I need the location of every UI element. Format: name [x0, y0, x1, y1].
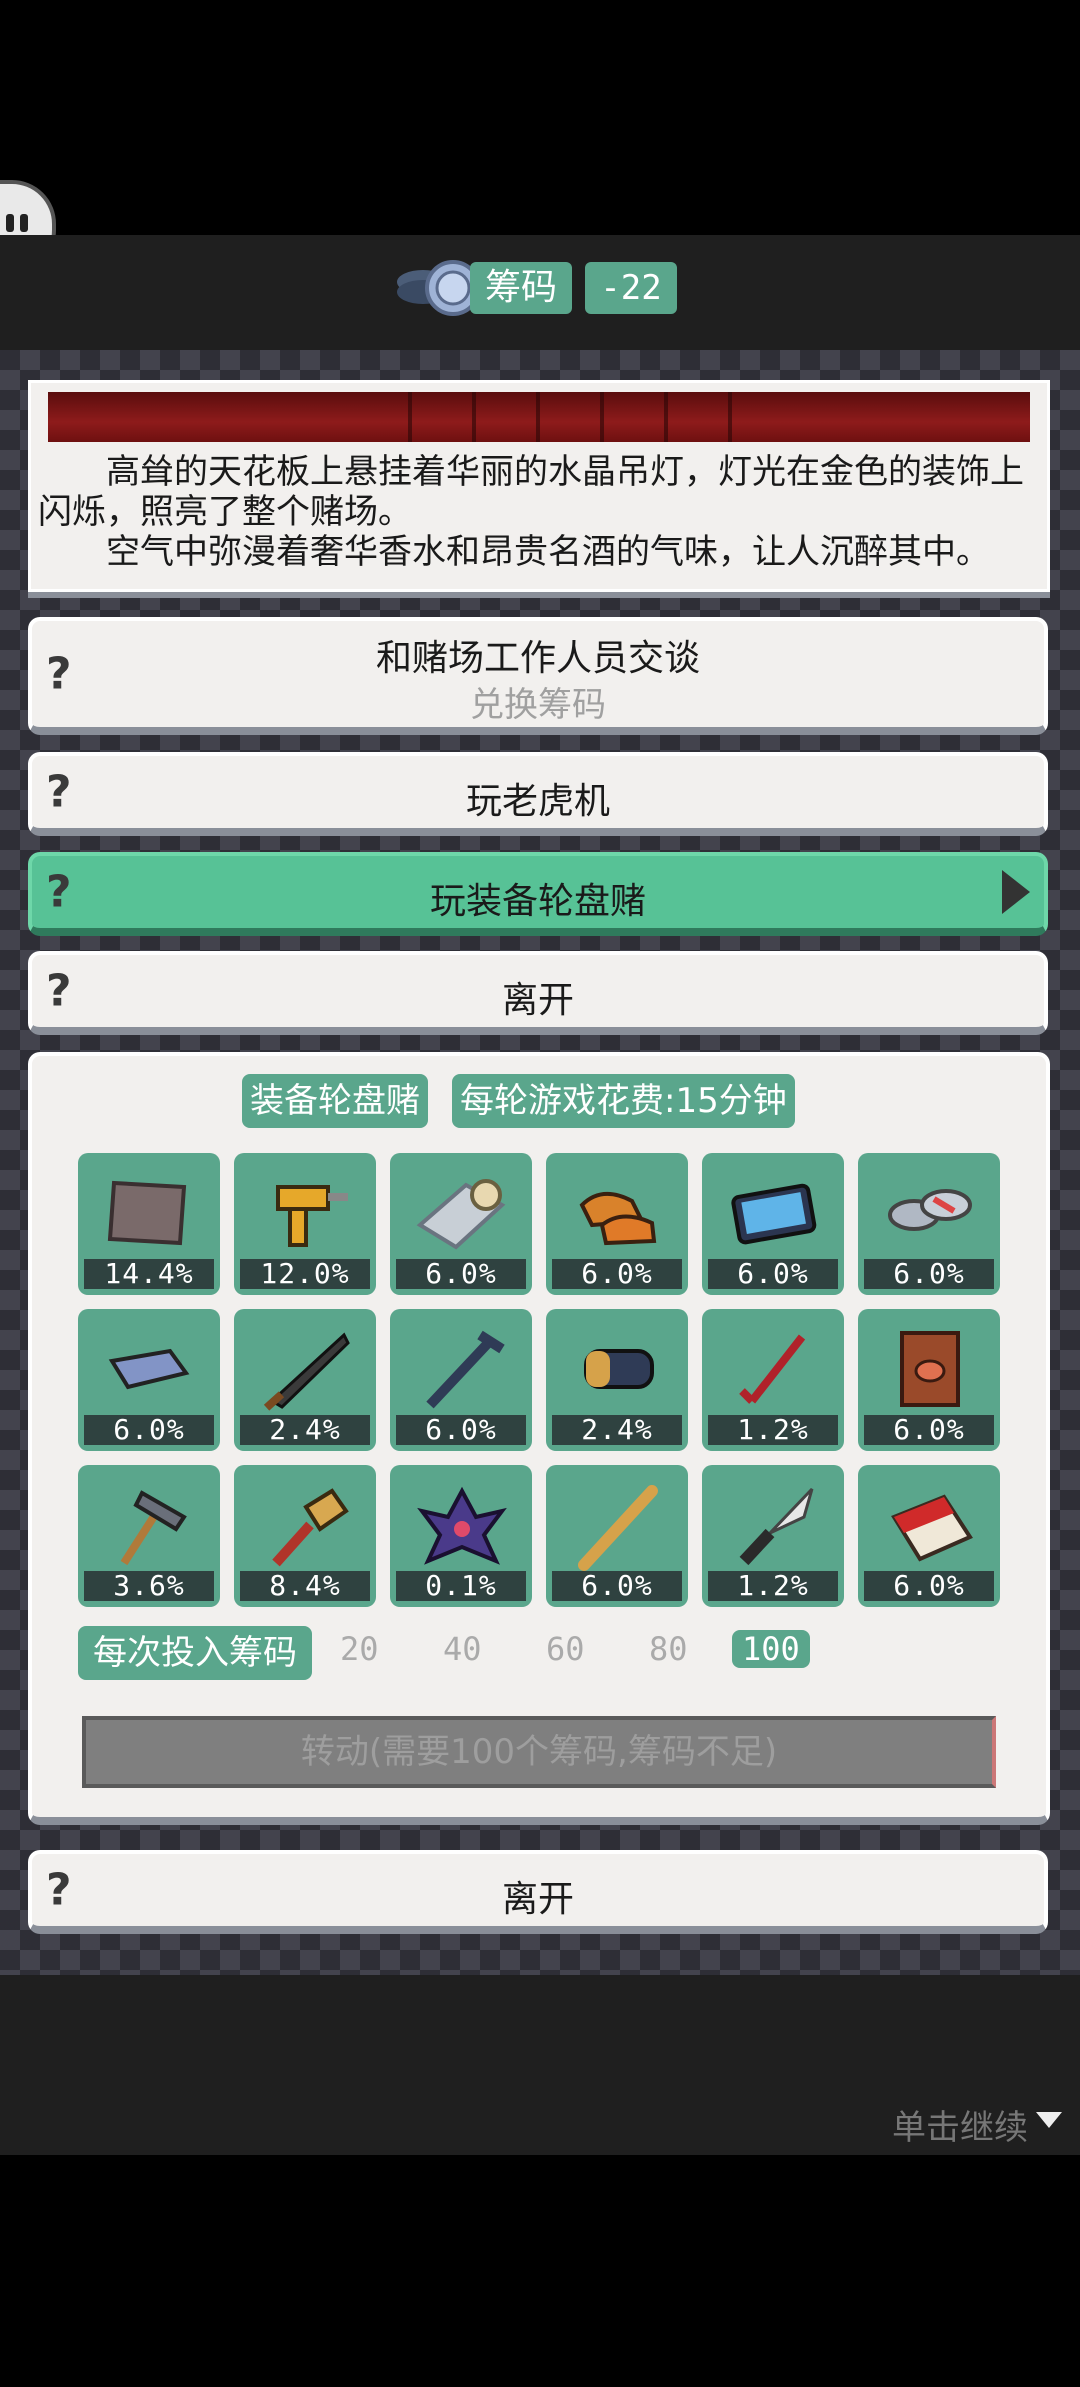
- option-leave[interactable]: ? 离开: [28, 951, 1048, 1035]
- prize-percent: 0.1%: [396, 1571, 526, 1601]
- prize-cell: 6.0%: [390, 1309, 532, 1451]
- cigarette-pack-icon: [891, 1494, 973, 1562]
- prize-cell: 6.0%: [390, 1153, 532, 1295]
- cloth-icon: [107, 1180, 187, 1246]
- prize-percent: 6.0%: [396, 1415, 526, 1445]
- bet-option-60[interactable]: 60: [546, 1630, 585, 1668]
- spin-button[interactable]: 转动(需要100个筹码,筹码不足): [82, 1716, 996, 1788]
- pouch-book-icon: [900, 1331, 960, 1407]
- machete-icon: [263, 1332, 350, 1411]
- status-bar-area: [0, 0, 1080, 235]
- prize-percent: 3.6%: [84, 1571, 214, 1601]
- eraser-icon: [108, 1348, 190, 1390]
- roulette-cost-tag: 每轮游戏花费:15分钟: [452, 1074, 795, 1128]
- hammer-icon: [120, 1490, 187, 1566]
- continue-hint[interactable]: 单击继续: [892, 2100, 1028, 2149]
- option-label: 玩装备轮盘赌: [429, 881, 646, 922]
- shoes-icon: [579, 1192, 657, 1246]
- prize-percent: 2.4%: [552, 1415, 682, 1445]
- knife-icon: [739, 1487, 814, 1566]
- red-crowbar-icon: [739, 1334, 806, 1404]
- prize-cell: 1.2%: [702, 1465, 844, 1607]
- prize-cell: 0.1%: [390, 1465, 532, 1607]
- crowbar-icon: [426, 1330, 505, 1409]
- prize-cell: 1.2%: [702, 1309, 844, 1451]
- paintbrush-icon: [272, 1488, 349, 1567]
- option-label: 和赌场工作人员交谈: [375, 638, 700, 679]
- chips-label: 筹码: [470, 262, 572, 314]
- chips-value: -22: [585, 262, 677, 314]
- eye-right-icon: [20, 214, 28, 232]
- prize-cell: 3.6%: [78, 1465, 220, 1607]
- prize-percent: 6.0%: [708, 1259, 838, 1289]
- roulette-title-tag: 装备轮盘赌: [242, 1074, 428, 1128]
- prize-percent: 6.0%: [864, 1259, 994, 1289]
- prize-percent: 2.4%: [240, 1415, 370, 1445]
- prize-percent: 6.0%: [864, 1571, 994, 1601]
- prize-percent: 6.0%: [396, 1259, 526, 1289]
- prize-percent: 6.0%: [552, 1259, 682, 1289]
- play-arrow-icon: [1002, 870, 1030, 914]
- story-text: 高耸的天花板上悬挂着华丽的水晶吊灯，灯光在金色的装饰上闪烁，照亮了整个赌场。 空…: [38, 452, 1050, 572]
- story-paragraph: 空气中弥漫着奢华香水和昂贵名酒的气味，让人沉醉其中。: [106, 532, 990, 572]
- continue-arrow-icon: [1036, 2112, 1062, 2128]
- prize-cell: 2.4%: [234, 1309, 376, 1451]
- bet-option-20[interactable]: 20: [340, 1630, 379, 1668]
- prize-cell: 14.4%: [78, 1153, 220, 1295]
- option-sublabel: 兑换筹码: [470, 685, 606, 725]
- baseball-bat-icon: [578, 1485, 658, 1571]
- prize-percent: 6.0%: [84, 1415, 214, 1445]
- prize-cell: 6.0%: [546, 1465, 688, 1607]
- prize-cell: 6.0%: [858, 1465, 1000, 1607]
- bet-option-100[interactable]: 100: [732, 1630, 810, 1668]
- option-equipment-roulette[interactable]: ? 玩装备轮盘赌: [28, 852, 1048, 936]
- prize-cell: 12.0%: [234, 1153, 376, 1295]
- eye-left-icon: [6, 214, 14, 232]
- tablet-icon: [731, 1183, 817, 1245]
- casino-scene-image: [48, 392, 1030, 442]
- prize-percent: 6.0%: [552, 1571, 682, 1601]
- prize-percent: 6.0%: [864, 1415, 994, 1445]
- option-label: 离开: [501, 980, 574, 1021]
- option-label: 玩老虎机: [465, 781, 610, 822]
- option-slot-machine[interactable]: ? 玩老虎机: [28, 752, 1048, 836]
- option-label: 离开: [501, 1879, 574, 1920]
- prize-percent: 12.0%: [240, 1259, 370, 1289]
- mat-roll-icon: [416, 1179, 506, 1250]
- story-box: 高耸的天花板上悬挂着华丽的水晶吊灯，灯光在金色的装饰上闪烁，照亮了整个赌场。 空…: [28, 380, 1050, 598]
- prize-cell: 6.0%: [78, 1309, 220, 1451]
- prize-cell: 8.4%: [234, 1465, 376, 1607]
- prize-cell: 6.0%: [858, 1309, 1000, 1451]
- bet-option-40[interactable]: 40: [443, 1630, 482, 1668]
- prize-cell: 6.0%: [858, 1153, 1000, 1295]
- prize-cell: 6.0%: [546, 1153, 688, 1295]
- bet-label: 每次投入筹码: [78, 1626, 312, 1680]
- bet-option-80[interactable]: 80: [649, 1630, 688, 1668]
- leave-button-bottom[interactable]: ? 离开: [28, 1850, 1048, 1934]
- prize-cell: 2.4%: [546, 1309, 688, 1451]
- prize-percent: 8.4%: [240, 1571, 370, 1601]
- story-paragraph: 高耸的天花板上悬挂着华丽的水晶吊灯，灯光在金色的装饰上闪烁，照亮了整个赌场。: [38, 452, 1024, 532]
- sandals-icon: [888, 1189, 972, 1231]
- crystal-flower-icon: [417, 1486, 507, 1565]
- prize-percent: 14.4%: [84, 1259, 214, 1289]
- prize-percent: 1.2%: [708, 1415, 838, 1445]
- prize-cell: 6.0%: [702, 1153, 844, 1295]
- prize-percent: 1.2%: [708, 1571, 838, 1601]
- battery-icon: [584, 1349, 654, 1389]
- drill-icon: [276, 1185, 348, 1247]
- option-talk-staff[interactable]: ? 和赌场工作人员交谈 兑换筹码: [28, 617, 1048, 735]
